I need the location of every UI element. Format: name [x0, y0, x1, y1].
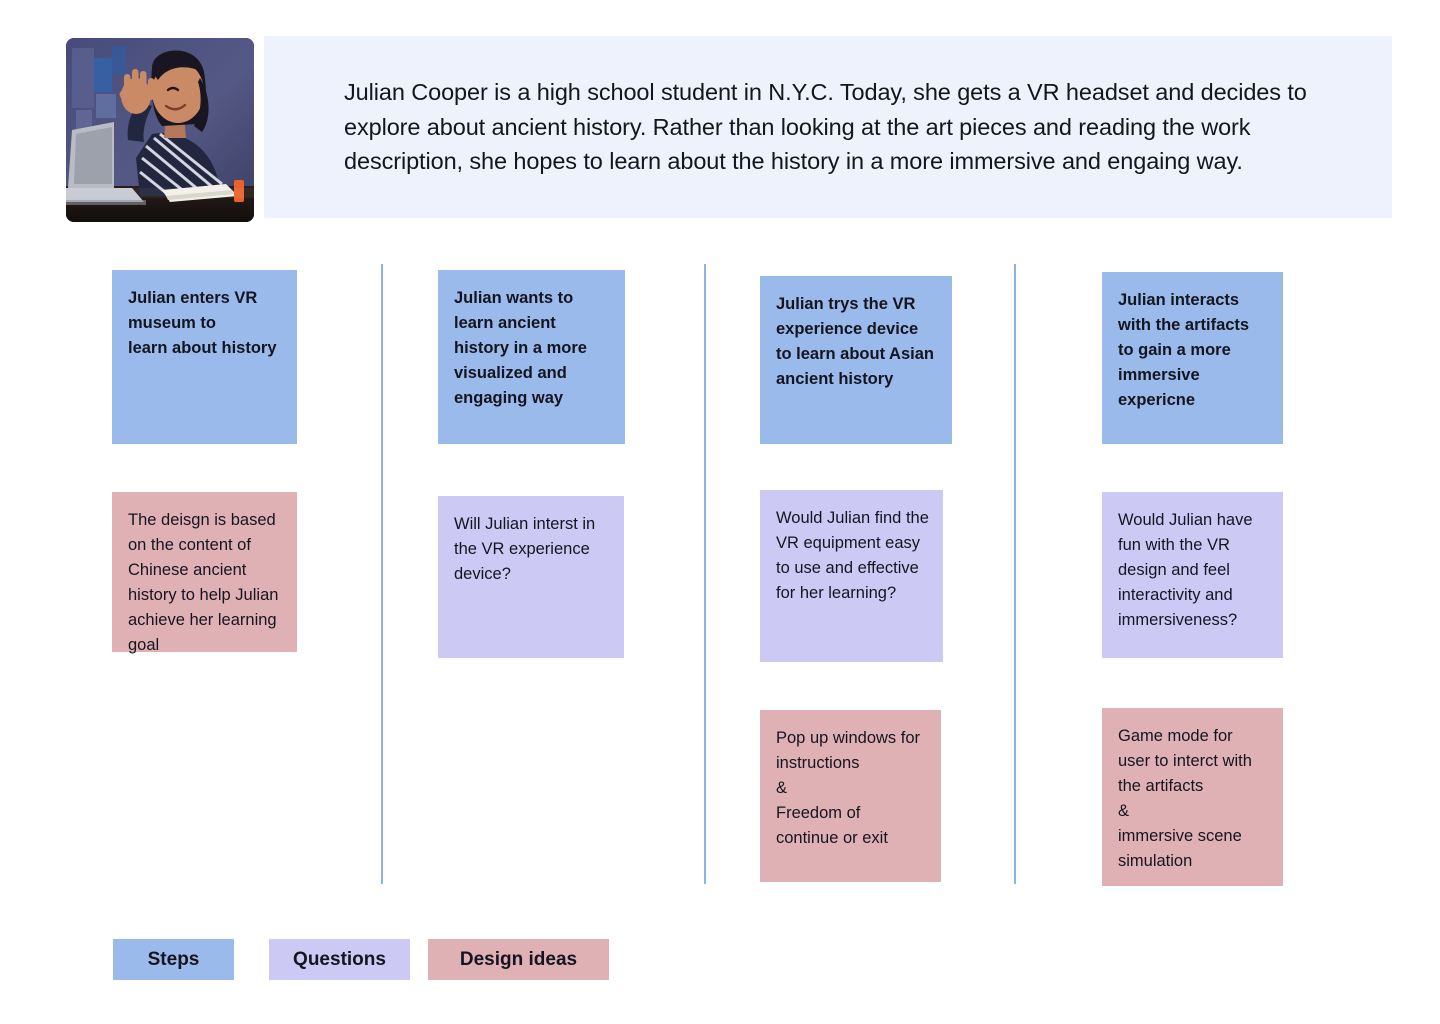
question-card[interactable]: Will Julian interst in the VR experience… — [438, 496, 624, 658]
step-card[interactable]: Julian enters VR museum to learn about h… — [112, 270, 297, 444]
journey-map-board: Julian enters VR museum to learn about h… — [0, 0, 1440, 1024]
legend: Steps Questions Design ideas — [113, 939, 609, 980]
column-divider — [704, 264, 706, 884]
column-divider — [1014, 264, 1016, 884]
design-idea-card[interactable]: The deisgn is based on the content of Ch… — [112, 492, 297, 654]
legend-item-steps: Steps — [113, 939, 234, 980]
question-card[interactable]: Would Julian have fun with the VR design… — [1102, 492, 1283, 658]
legend-item-design-ideas: Design ideas — [428, 939, 609, 980]
step-card[interactable]: Julian interacts with the artifacts to g… — [1102, 272, 1283, 444]
design-idea-card[interactable]: Pop up windows for instructions & Freedo… — [760, 710, 941, 882]
legend-item-questions: Questions — [269, 939, 410, 980]
design-idea-card[interactable]: Game mode for user to interct with the a… — [1102, 708, 1283, 886]
step-card[interactable]: Julian trys the VR experience device to … — [760, 276, 952, 444]
step-card[interactable]: Julian wants to learn ancient history in… — [438, 270, 625, 444]
column-divider — [381, 264, 383, 884]
question-card[interactable]: Would Julian find the VR equipment easy … — [760, 490, 943, 662]
